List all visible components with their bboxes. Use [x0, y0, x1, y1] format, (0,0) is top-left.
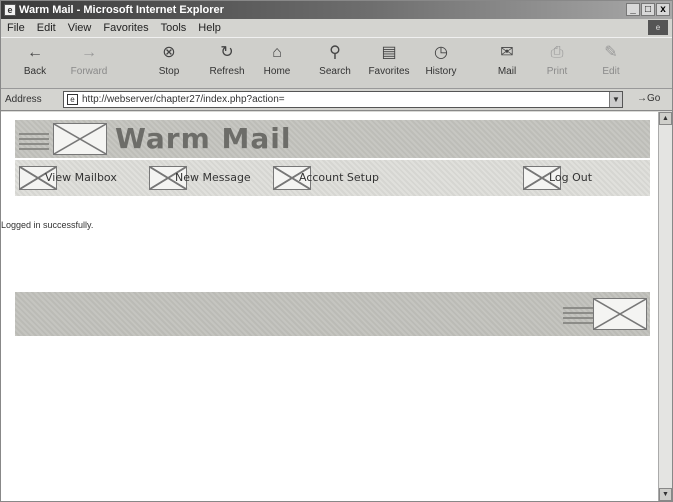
forward-button[interactable]: → Forward: [63, 42, 115, 84]
scroll-up-arrow-icon[interactable]: ▲: [659, 112, 672, 125]
mail-icon: ✉: [500, 44, 514, 61]
address-input[interactable]: e http://webserver/chapter27/index.php?a…: [63, 91, 623, 108]
search-button[interactable]: ⚲ Search: [309, 42, 361, 84]
history-icon: ◷: [434, 44, 448, 61]
menu-view[interactable]: View: [68, 19, 92, 37]
vertical-scrollbar[interactable]: ▲ ▼: [658, 112, 672, 501]
new-message-button[interactable]: New Message: [149, 164, 251, 192]
envelope-logo-icon: [593, 298, 647, 330]
nav-bar: View Mailbox New Message Account Setup L…: [15, 160, 650, 196]
search-icon: ⚲: [329, 44, 341, 61]
log-out-button[interactable]: Log Out: [523, 164, 592, 192]
brand-title: Warm Mail: [115, 122, 292, 155]
envelope-logo-icon: [53, 123, 107, 155]
title-bar: e Warm Mail - Microsoft Internet Explore…: [1, 1, 672, 19]
home-button[interactable]: ⌂ Home: [251, 42, 303, 84]
stop-icon: ⊗: [162, 44, 176, 61]
refresh-icon: ↻: [220, 44, 234, 61]
ie-app-icon: e: [4, 4, 16, 16]
refresh-button[interactable]: ↻ Refresh: [201, 42, 253, 84]
menu-tools[interactable]: Tools: [161, 19, 187, 37]
mail-button[interactable]: ✉ Mail: [481, 42, 533, 84]
address-dropdown-icon[interactable]: ▼: [609, 92, 622, 107]
page-viewport: Warm Mail View Mailbox New Message Accou…: [1, 112, 658, 501]
go-button[interactable]: →Go: [637, 93, 660, 104]
forward-arrow-icon: →: [81, 44, 97, 61]
window-controls: _ □ x: [626, 3, 670, 16]
menu-help[interactable]: Help: [198, 19, 221, 37]
minimize-button[interactable]: _: [626, 3, 640, 16]
speed-lines-graphic: [19, 130, 49, 150]
print-icon: ⎙: [550, 44, 564, 61]
address-bar: Address e http://webserver/chapter27/ind…: [1, 89, 672, 111]
close-button[interactable]: x: [656, 3, 670, 16]
maximize-button[interactable]: □: [641, 3, 655, 16]
home-icon: ⌂: [272, 44, 282, 61]
print-button[interactable]: ⎙ Print: [531, 42, 583, 84]
menu-edit[interactable]: Edit: [37, 19, 56, 37]
favorites-button[interactable]: ▤ Favorites: [363, 42, 415, 84]
edit-button[interactable]: ✎ Edit: [585, 42, 637, 84]
page-icon: e: [67, 94, 78, 105]
browser-window: e Warm Mail - Microsoft Internet Explore…: [0, 0, 673, 502]
standard-toolbar: ← Back → Forward ⊗ Stop ↻ Refresh ⌂ Home…: [1, 37, 672, 89]
menu-file[interactable]: File: [7, 19, 25, 37]
menu-bar: File Edit View Favorites Tools Help e: [1, 19, 672, 37]
address-label: Address: [5, 94, 42, 105]
address-url: http://webserver/chapter27/index.php?act…: [82, 94, 285, 105]
stop-button[interactable]: ⊗ Stop: [143, 42, 195, 84]
favorites-icon: ▤: [381, 44, 397, 61]
edit-icon: ✎: [604, 44, 618, 61]
account-setup-button[interactable]: Account Setup: [273, 164, 379, 192]
back-button[interactable]: ← Back: [9, 42, 61, 84]
footer-banner: [15, 292, 650, 336]
login-status-message: Logged in successfully.: [1, 220, 94, 230]
view-mailbox-button[interactable]: View Mailbox: [19, 164, 117, 192]
header-banner: Warm Mail: [15, 120, 650, 158]
back-arrow-icon: ←: [27, 44, 43, 61]
scroll-down-arrow-icon[interactable]: ▼: [659, 488, 672, 501]
ie-throbber-icon: e: [648, 20, 668, 35]
menu-favorites[interactable]: Favorites: [103, 19, 148, 37]
history-button[interactable]: ◷ History: [415, 42, 467, 84]
window-title: Warm Mail - Microsoft Internet Explorer: [19, 4, 224, 16]
speed-lines-graphic: [563, 304, 593, 324]
